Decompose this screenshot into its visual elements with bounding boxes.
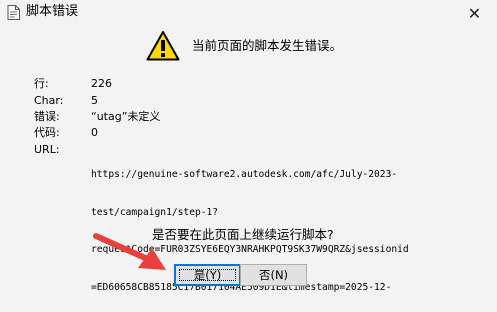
close-button[interactable]: ✕ bbox=[452, 0, 497, 26]
document-icon bbox=[7, 5, 20, 20]
error-headline: 当前页面的脚本发生错误。 bbox=[192, 38, 343, 53]
error-label: 错误: bbox=[34, 110, 60, 123]
window-title: 脚本错误 bbox=[26, 4, 79, 19]
error-value: “utag”未定义 bbox=[91, 110, 161, 123]
focus-rect bbox=[179, 269, 236, 281]
close-icon: ✕ bbox=[467, 3, 482, 23]
yes-button[interactable]: 是(Y) bbox=[174, 264, 241, 286]
line-value: 226 bbox=[91, 77, 112, 90]
line-label: 行: bbox=[34, 77, 49, 90]
continue-question: 是否要在此页面上继续运行脚本? bbox=[152, 227, 334, 242]
code-value: 0 bbox=[91, 126, 98, 139]
url-line: https://genuine-software2.autodesk.com/a… bbox=[91, 169, 398, 180]
char-value: 5 bbox=[91, 94, 98, 107]
title-bar: 脚本错误 ✕ bbox=[0, 0, 497, 26]
no-button-label: 否(N) bbox=[258, 268, 289, 282]
url-line: requestCode=FUR03ZSYE6EQY3NRAHKPQT9SK37W… bbox=[91, 244, 409, 255]
warning-icon bbox=[146, 30, 180, 62]
code-label: 代码: bbox=[34, 126, 60, 139]
char-label: Char: bbox=[34, 94, 64, 107]
no-button[interactable]: 否(N) bbox=[240, 264, 307, 286]
url-line: test/campaign1/step-1? bbox=[91, 206, 219, 218]
url-label: URL: bbox=[34, 143, 60, 156]
